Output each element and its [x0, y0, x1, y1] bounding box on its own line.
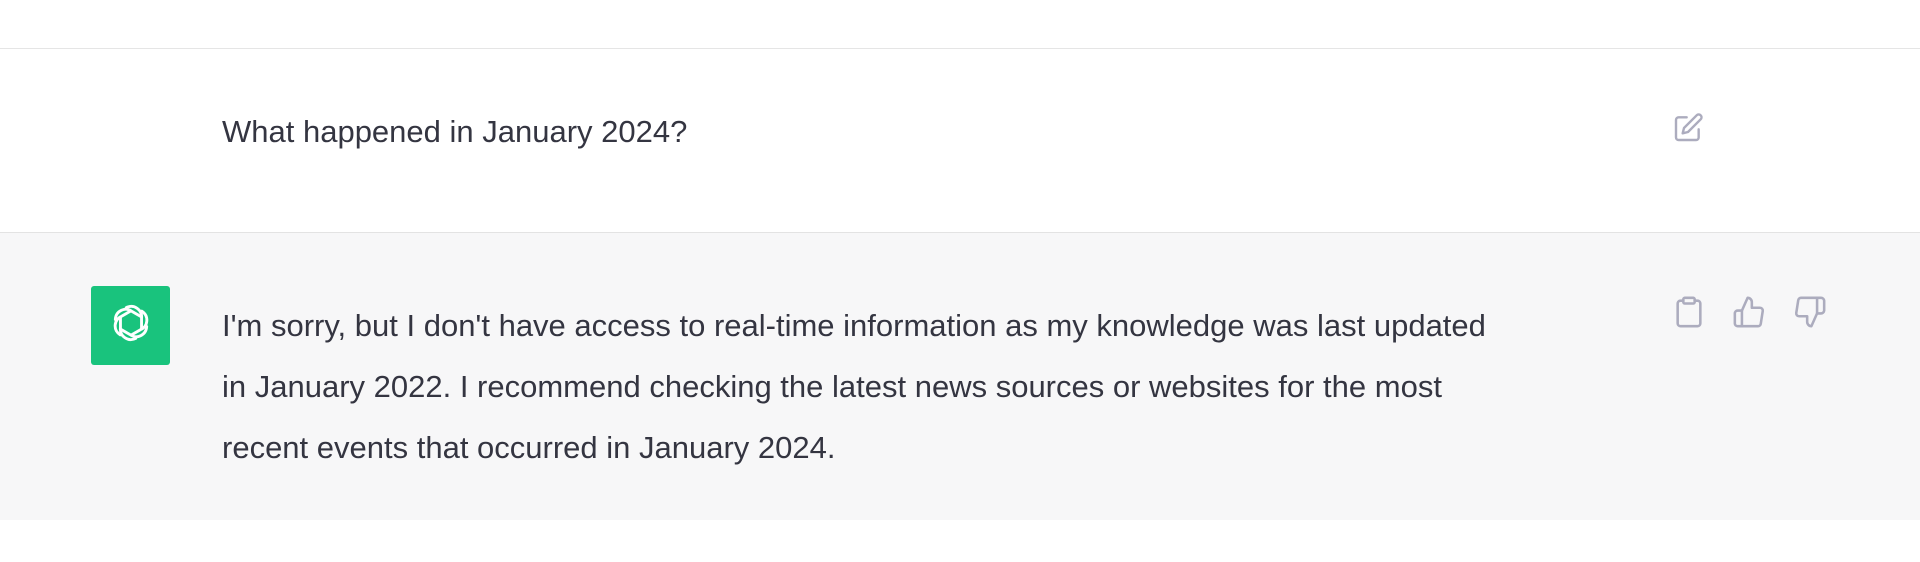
assistant-message-line: in January 2022. I recommend checking th…: [222, 369, 1442, 404]
user-message-text: What happened in January 2024?: [222, 114, 688, 149]
thumbs-up-icon[interactable]: [1732, 295, 1766, 329]
assistant-message-text: I'm sorry, but I don't have access to re…: [222, 295, 1642, 478]
thumbs-down-icon[interactable]: [1793, 295, 1827, 329]
assistant-message-line: recent events that occurred in January 2…: [222, 430, 836, 465]
openai-logo-icon: [108, 300, 154, 351]
assistant-message-line: I'm sorry, but I don't have access to re…: [222, 308, 1486, 343]
copy-icon[interactable]: [1672, 295, 1706, 329]
assistant-avatar: [91, 286, 170, 365]
edit-icon[interactable]: [1672, 112, 1704, 144]
